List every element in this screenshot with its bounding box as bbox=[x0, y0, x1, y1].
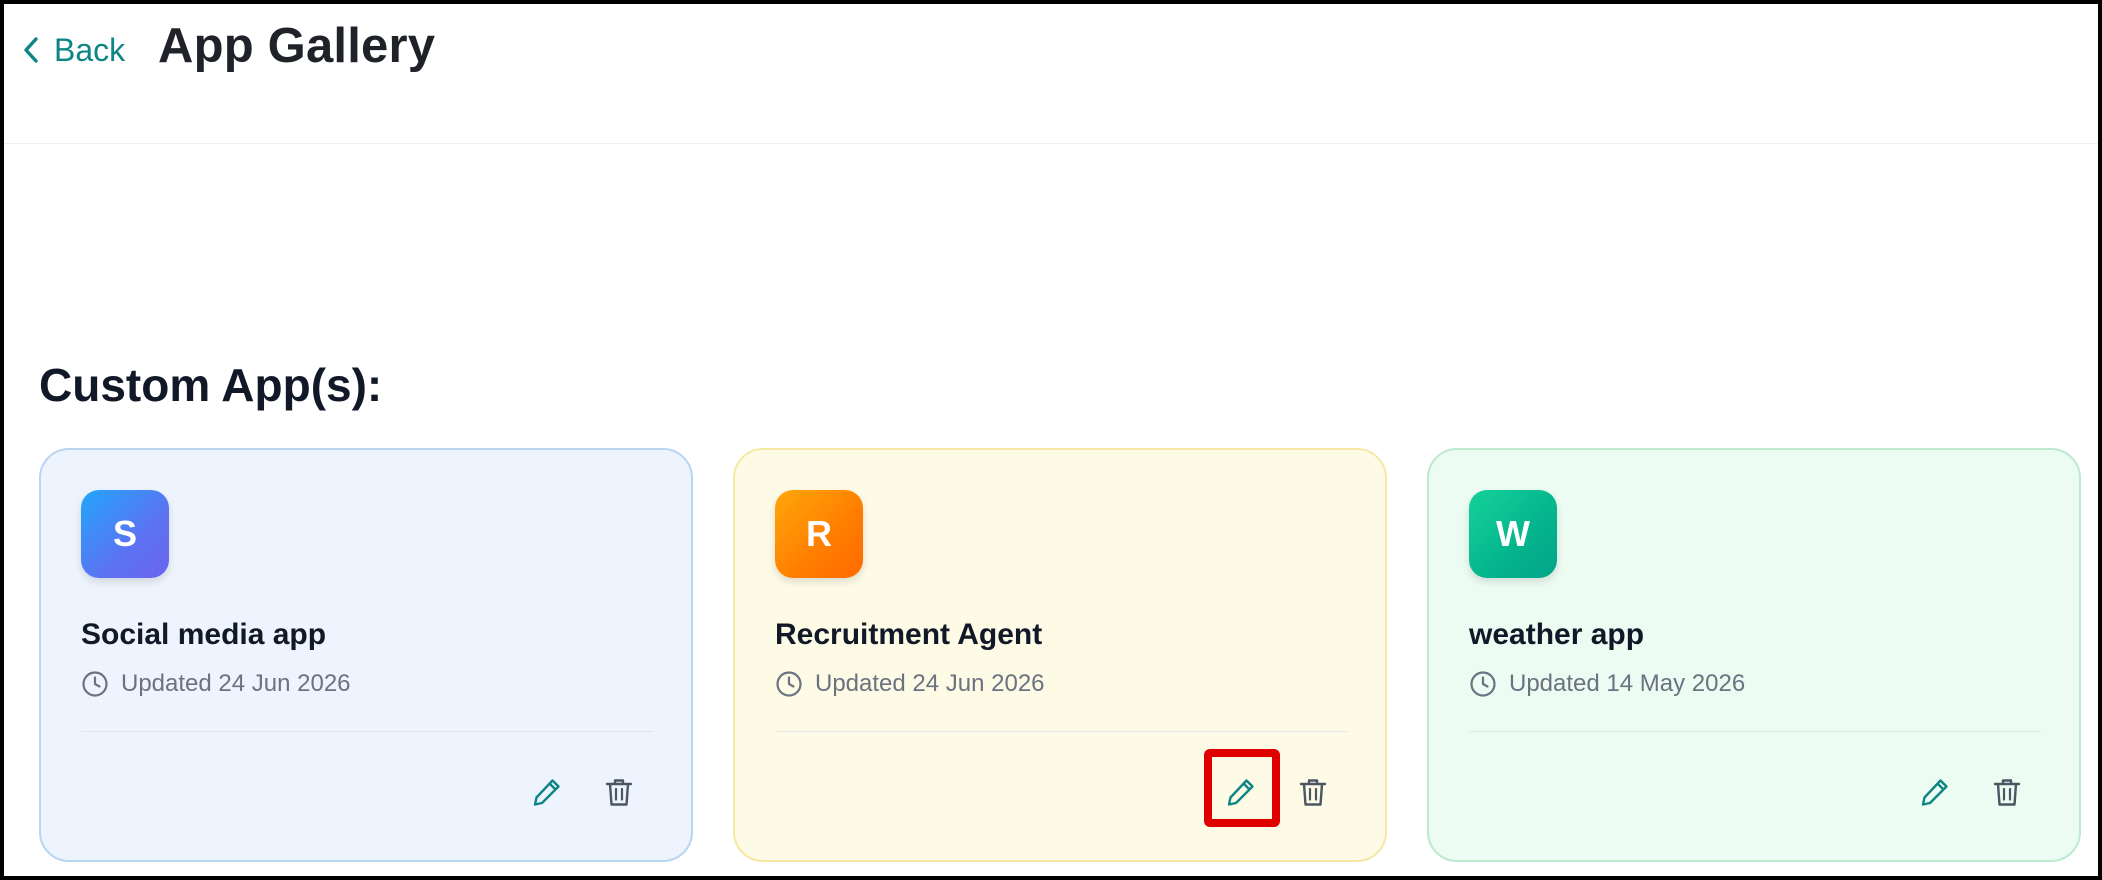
trash-icon bbox=[605, 779, 633, 806]
app-window: Back App Gallery Custom App(s): S Social… bbox=[0, 0, 2102, 880]
page-title: App Gallery bbox=[158, 19, 436, 73]
delete-button[interactable] bbox=[1981, 766, 2033, 818]
clock-icon bbox=[1470, 671, 1496, 697]
card-divider bbox=[81, 731, 653, 732]
updated-date: Updated 24 Jun 2026 bbox=[121, 670, 351, 697]
card-divider bbox=[775, 731, 1347, 732]
app-name: Recruitment Agent bbox=[775, 618, 1043, 651]
app-name: weather app bbox=[1469, 618, 1645, 651]
updated-info: Updated 14 May 2026 bbox=[1469, 668, 1745, 700]
app-avatar: S bbox=[81, 490, 169, 578]
card-divider bbox=[1469, 731, 2041, 732]
delete-button[interactable] bbox=[1287, 766, 1339, 818]
updated-info: Updated 24 Jun 2026 bbox=[775, 668, 1045, 700]
page-header: Back App Gallery bbox=[4, 4, 2098, 144]
delete-button[interactable] bbox=[593, 766, 645, 818]
trash-icon bbox=[1993, 779, 2021, 806]
clock-icon bbox=[776, 671, 802, 697]
edit-button[interactable] bbox=[1909, 766, 1961, 818]
app-name: Social media app bbox=[81, 618, 327, 651]
pencil-icon bbox=[1921, 779, 1948, 806]
app-avatar: W bbox=[1469, 490, 1557, 578]
app-initial: S bbox=[112, 513, 137, 554]
back-button[interactable]: Back bbox=[20, 28, 125, 72]
updated-date: Updated 14 May 2026 bbox=[1509, 670, 1746, 697]
updated-date: Updated 24 Jun 2026 bbox=[815, 670, 1045, 697]
back-label: Back bbox=[54, 31, 126, 68]
section-title: Custom App(s): bbox=[39, 359, 383, 411]
app-initial: W bbox=[1496, 513, 1530, 554]
chevron-left-icon bbox=[24, 37, 38, 63]
edit-button[interactable] bbox=[521, 766, 573, 818]
updated-info: Updated 24 Jun 2026 bbox=[81, 668, 351, 700]
app-card[interactable]: S Social media app Updated 24 Jun 2026 bbox=[39, 448, 693, 862]
app-card[interactable]: W weather app Updated 14 May 2026 bbox=[1427, 448, 2081, 862]
app-initial: R bbox=[806, 513, 832, 554]
trash-icon bbox=[1299, 779, 1327, 806]
highlight-annotation bbox=[1204, 749, 1280, 827]
app-card[interactable]: R Recruitment Agent Updated 24 Jun 2026 bbox=[733, 448, 1387, 862]
pencil-icon bbox=[533, 779, 560, 806]
clock-icon bbox=[82, 671, 108, 697]
app-avatar: R bbox=[775, 490, 863, 578]
